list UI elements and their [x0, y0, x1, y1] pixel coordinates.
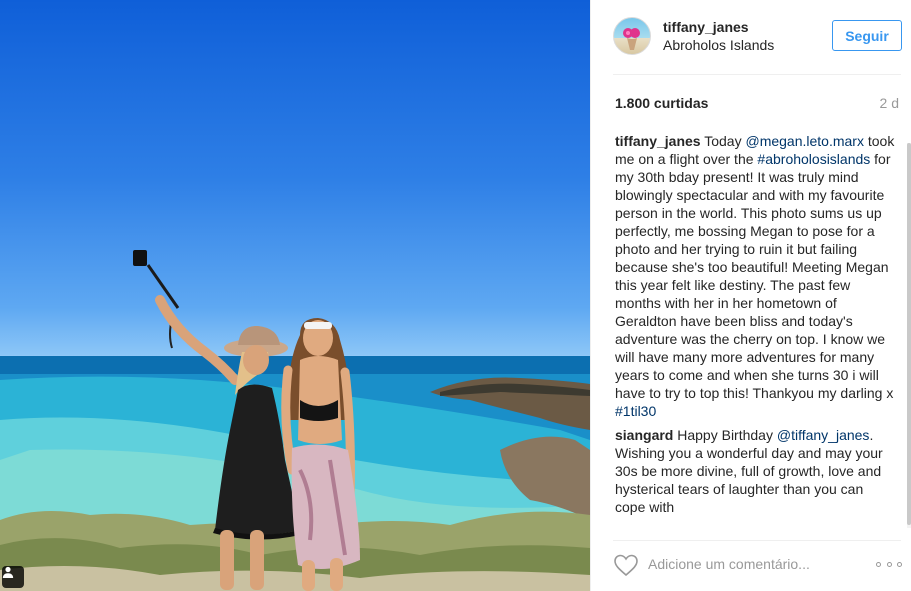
- follow-button[interactable]: Seguir: [832, 20, 902, 51]
- comment-username[interactable]: tiffany_janes: [615, 133, 701, 149]
- post-header: tiffany_janes Abroholos Islands Seguir: [591, 0, 911, 74]
- comment-text: Happy Birthday: [673, 427, 777, 443]
- user-tag-button[interactable]: [2, 566, 24, 588]
- avatar-image: [623, 28, 640, 50]
- post-location[interactable]: Abroholos Islands: [663, 37, 774, 53]
- heart-icon[interactable]: [613, 553, 639, 577]
- divider: [613, 74, 901, 75]
- comment-text: Today: [700, 133, 746, 149]
- hashtag-link[interactable]: #1til30: [615, 403, 656, 419]
- comment-item: siangard Happy Birthday @tiffany_janes. …: [615, 426, 897, 516]
- avatar[interactable]: [613, 17, 651, 55]
- post-username[interactable]: tiffany_janes: [663, 19, 749, 35]
- dot-icon: [886, 561, 892, 567]
- photo-scene: [0, 250, 590, 591]
- post-sidebar: tiffany_janes Abroholos Islands Seguir 1…: [590, 0, 911, 591]
- comment-username[interactable]: siangard: [615, 427, 673, 443]
- post-actions: [591, 541, 911, 591]
- user-tag-icon: [2, 566, 14, 578]
- likes-count[interactable]: 1.800 curtidas: [615, 95, 708, 111]
- post-time[interactable]: 2 d: [880, 95, 899, 111]
- comment-item: tiffany_janes Today @megan.leto.marx too…: [615, 132, 897, 420]
- hashtag-link[interactable]: #abroholosislands: [757, 151, 870, 167]
- dot-icon: [897, 561, 902, 567]
- mention-link[interactable]: @tiffany_janes: [777, 427, 870, 443]
- scrollbar-thumb[interactable]: [907, 143, 911, 525]
- comments-scrollbar[interactable]: [907, 143, 911, 528]
- comments-list: tiffany_janes Today @megan.leto.marx too…: [615, 132, 897, 530]
- comment-input[interactable]: [648, 553, 848, 575]
- comment-text: for my 30th bday present! It was truly m…: [615, 151, 894, 401]
- post-photo[interactable]: [0, 0, 590, 591]
- dot-icon: [876, 561, 881, 567]
- more-options-icon[interactable]: [876, 557, 902, 571]
- mention-link[interactable]: @megan.leto.marx: [745, 133, 863, 149]
